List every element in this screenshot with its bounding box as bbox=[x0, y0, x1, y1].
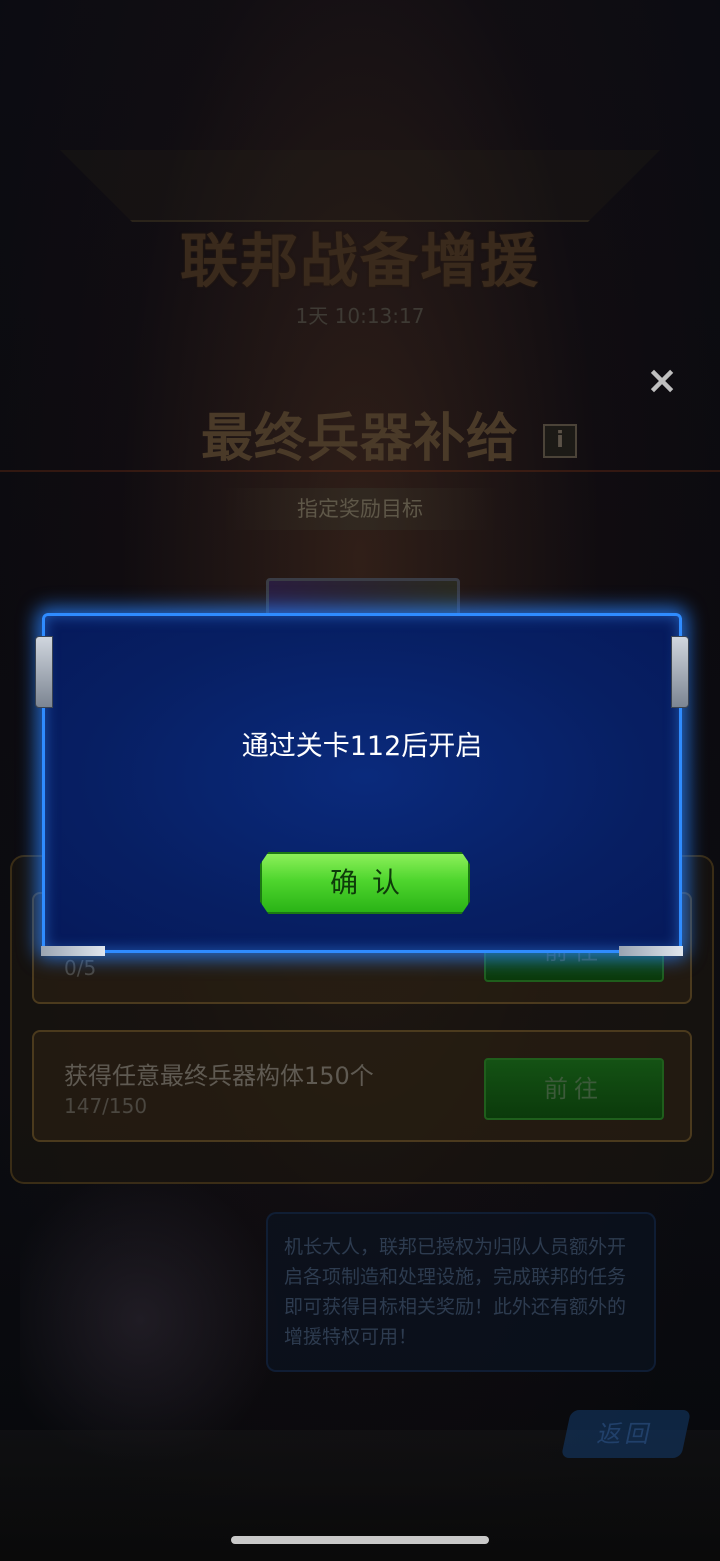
event-title: 联邦战备增援 bbox=[179, 227, 540, 295]
modal-foot-right bbox=[619, 946, 683, 956]
task-name: 获得任意最终兵器构体150个 bbox=[64, 1062, 374, 1090]
modal-foot-left bbox=[41, 946, 105, 956]
home-indicator[interactable] bbox=[231, 1536, 489, 1544]
back-button[interactable]: 返回 bbox=[560, 1410, 692, 1458]
npc-dialog-text: 机长大人，联邦已授权为归队人员额外开启各项制造和处理设施，完成联邦的任务即可获得… bbox=[284, 1236, 627, 1348]
reward-target-tag[interactable]: 指定奖励目标 bbox=[222, 488, 498, 530]
unlock-modal: 通过关卡112后开启 确认 bbox=[35, 613, 689, 956]
modal-message: 通过关卡112后开启 bbox=[241, 731, 483, 762]
modal-bracket-left bbox=[35, 636, 53, 708]
go-button[interactable]: 前往 bbox=[484, 1058, 664, 1120]
page-subtitle: 最终兵器补给 bbox=[200, 409, 519, 469]
close-icon[interactable]: × bbox=[642, 360, 682, 400]
task-progress: 0/5 bbox=[64, 956, 97, 980]
task-progress: 147/150 bbox=[64, 1094, 148, 1118]
confirm-button[interactable]: 确认 bbox=[260, 852, 470, 914]
header-frame bbox=[60, 150, 660, 222]
task-card: 获得任意最终兵器构体150个 147/150 前往 bbox=[32, 1030, 692, 1142]
info-icon[interactable]: i bbox=[543, 424, 577, 458]
event-timer: 1天 10:13:17 bbox=[295, 304, 425, 328]
npc-portrait bbox=[20, 1180, 280, 1470]
modal-bracket-right bbox=[671, 636, 689, 708]
npc-dialog-box: 机长大人，联邦已授权为归队人员额外开启各项制造和处理设施，完成联邦的任务即可获得… bbox=[266, 1212, 656, 1372]
